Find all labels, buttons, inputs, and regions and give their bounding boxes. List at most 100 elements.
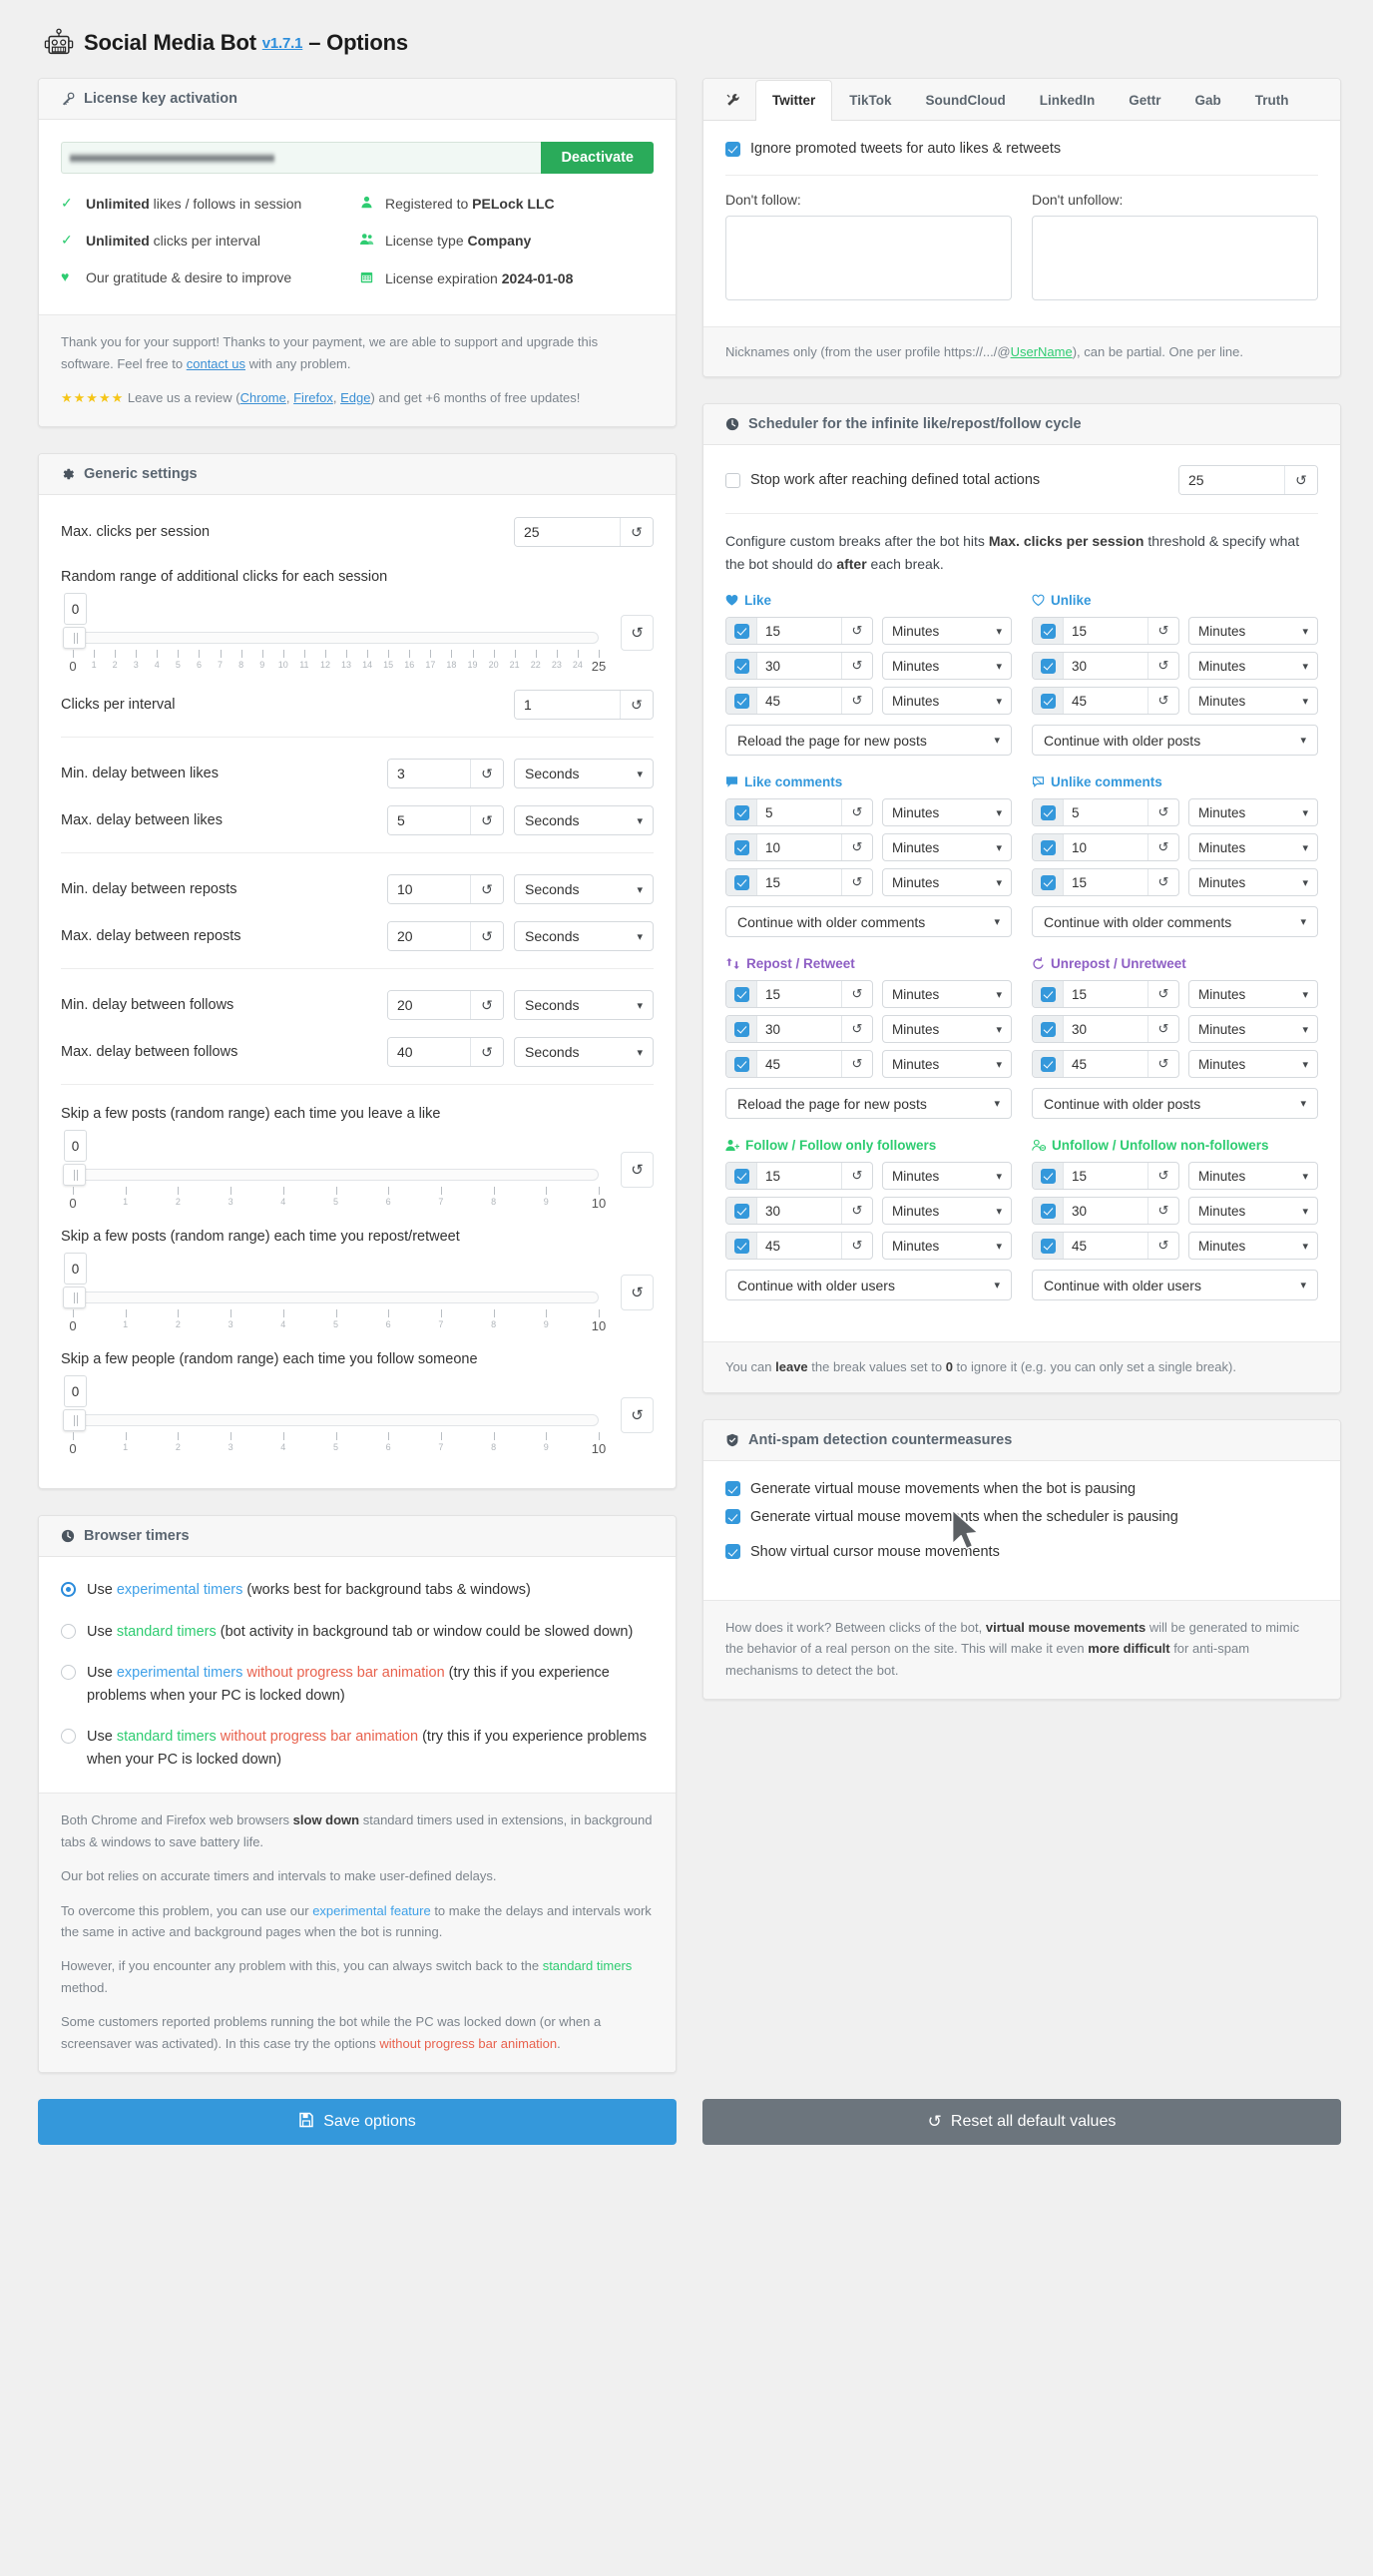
break-unit-select[interactable]: Minutes ▾ <box>1188 652 1318 681</box>
break-checkbox-cell[interactable] <box>1033 981 1064 1008</box>
break-checkbox-cell[interactable] <box>1033 834 1064 861</box>
break-unit-select[interactable]: Minutes ▾ <box>882 1197 1012 1226</box>
break-value-input[interactable] <box>757 653 841 680</box>
antispam-checkbox[interactable] <box>725 1544 740 1560</box>
review-link-chrome[interactable]: Chrome <box>240 390 286 405</box>
version-link[interactable]: v1.7.1 <box>262 35 303 52</box>
break-value-input[interactable] <box>1064 1051 1147 1078</box>
break-checkbox-cell[interactable] <box>1033 1016 1064 1043</box>
delay-unit-select[interactable]: Seconds ▾ <box>514 805 654 836</box>
dont-follow-textarea[interactable] <box>725 216 1012 300</box>
break-checkbox-cell[interactable] <box>726 1163 757 1190</box>
break-checkbox[interactable] <box>733 658 749 674</box>
radio-icon[interactable] <box>61 1665 76 1681</box>
tab-linkedin[interactable]: LinkedIn <box>1023 80 1113 121</box>
break-checkbox[interactable] <box>1040 1203 1056 1219</box>
reset-icon[interactable]: ↺ <box>1147 834 1178 861</box>
scheduler-action-select[interactable]: Reload the page for new posts ▾ <box>725 1088 1012 1120</box>
break-unit-select[interactable]: Minutes ▾ <box>1188 798 1318 827</box>
break-unit-select[interactable]: Minutes ▾ <box>882 1232 1012 1261</box>
break-checkbox[interactable] <box>733 839 749 855</box>
timer-option-standard-no-anim[interactable]: Use standard timers without progress bar… <box>61 1726 654 1771</box>
scheduler-action-select[interactable]: Continue with older comments ▾ <box>1032 906 1318 938</box>
break-value-input[interactable] <box>757 869 841 896</box>
break-checkbox-cell[interactable] <box>1033 1051 1064 1078</box>
scheduler-action-select[interactable]: Continue with older comments ▾ <box>725 906 1012 938</box>
break-unit-select[interactable]: Minutes ▾ <box>882 687 1012 716</box>
reset-defaults-button[interactable]: ↺ Reset all default values <box>702 2099 1341 2146</box>
scheduler-action-select[interactable]: Continue with older users ▾ <box>1032 1270 1318 1301</box>
reset-icon[interactable]: ↺ <box>841 1233 872 1260</box>
reset-icon[interactable]: ↺ <box>841 653 872 680</box>
reset-icon[interactable]: ↺ <box>1147 1016 1178 1043</box>
slider-knob[interactable] <box>63 1409 86 1432</box>
break-value-input[interactable] <box>757 834 841 861</box>
max-clicks-input[interactable] <box>515 518 620 547</box>
break-checkbox-cell[interactable] <box>1033 1163 1064 1190</box>
reset-icon[interactable]: ↺ <box>841 1198 872 1225</box>
delay-input[interactable] <box>388 922 470 951</box>
break-unit-select[interactable]: Minutes ▾ <box>1188 1015 1318 1044</box>
reset-icon[interactable]: ↺ <box>1147 1233 1178 1260</box>
tab-tools[interactable] <box>711 80 755 121</box>
reset-icon[interactable]: ↺ <box>470 1038 503 1067</box>
skip-slider-reset-button[interactable]: ↺ <box>621 1397 654 1434</box>
break-unit-select[interactable]: Minutes ▾ <box>1188 868 1318 897</box>
reset-icon[interactable]: ↺ <box>620 518 653 547</box>
antispam-checkbox[interactable] <box>725 1481 740 1497</box>
delay-unit-select[interactable]: Seconds ▾ <box>514 759 654 789</box>
reset-icon[interactable]: ↺ <box>841 618 872 645</box>
break-checkbox-cell[interactable] <box>726 869 757 896</box>
tab-tiktok[interactable]: TikTok <box>832 80 908 121</box>
break-value-input[interactable] <box>1064 869 1147 896</box>
break-unit-select[interactable]: Minutes ▾ <box>882 652 1012 681</box>
break-checkbox[interactable] <box>1040 804 1056 820</box>
tab-gab[interactable]: Gab <box>1178 80 1238 121</box>
break-value-input[interactable] <box>1064 688 1147 715</box>
break-value-input[interactable] <box>1064 618 1147 645</box>
break-checkbox-cell[interactable] <box>1033 799 1064 826</box>
break-checkbox[interactable] <box>733 1238 749 1254</box>
break-checkbox-cell[interactable] <box>726 799 757 826</box>
break-unit-select[interactable]: Minutes ▾ <box>1188 1197 1318 1226</box>
reset-icon[interactable]: ↺ <box>1147 1051 1178 1078</box>
scheduler-action-select[interactable]: Continue with older posts ▾ <box>1032 725 1318 757</box>
delay-input[interactable] <box>388 1038 470 1067</box>
break-checkbox[interactable] <box>1040 693 1056 709</box>
tab-soundcloud[interactable]: SoundCloud <box>909 80 1023 121</box>
slider-knob[interactable] <box>63 1287 86 1309</box>
reset-icon[interactable]: ↺ <box>841 869 872 896</box>
break-checkbox[interactable] <box>733 804 749 820</box>
break-value-input[interactable] <box>1064 1016 1147 1043</box>
break-value-input[interactable] <box>1064 834 1147 861</box>
break-checkbox[interactable] <box>733 623 749 639</box>
break-value-input[interactable] <box>757 1198 841 1225</box>
skip-slider-reset-button[interactable]: ↺ <box>621 1152 654 1189</box>
break-value-input[interactable] <box>757 799 841 826</box>
break-checkbox-cell[interactable] <box>726 653 757 680</box>
break-unit-select[interactable]: Minutes ▾ <box>1188 617 1318 646</box>
break-checkbox-cell[interactable] <box>726 618 757 645</box>
break-value-input[interactable] <box>1064 981 1147 1008</box>
break-value-input[interactable] <box>1064 1233 1147 1260</box>
antispam-checkbox[interactable] <box>725 1509 740 1525</box>
break-value-input[interactable] <box>1064 1163 1147 1190</box>
review-link-edge[interactable]: Edge <box>340 390 370 405</box>
save-options-button[interactable]: Save options <box>38 2099 677 2146</box>
break-checkbox-cell[interactable] <box>726 688 757 715</box>
reset-icon[interactable]: ↺ <box>1147 1198 1178 1225</box>
delay-input[interactable] <box>388 991 470 1020</box>
break-unit-select[interactable]: Minutes ▾ <box>1188 687 1318 716</box>
break-unit-select[interactable]: Minutes ▾ <box>882 980 1012 1009</box>
reset-icon[interactable]: ↺ <box>841 1051 872 1078</box>
timer-option-standard[interactable]: Use standard timers (bot activity in bac… <box>61 1621 654 1643</box>
username-link[interactable]: UserName <box>1011 344 1073 359</box>
tab-truth[interactable]: Truth <box>1238 80 1306 121</box>
break-unit-select[interactable]: Minutes ▾ <box>1188 1050 1318 1079</box>
stop-work-input[interactable] <box>1179 466 1284 495</box>
contact-us-link[interactable]: contact us <box>187 356 245 371</box>
reset-icon[interactable]: ↺ <box>470 991 503 1020</box>
timer-option-experimental-no-anim[interactable]: Use experimental timers without progress… <box>61 1662 654 1707</box>
break-checkbox-cell[interactable] <box>1033 618 1064 645</box>
radio-icon[interactable] <box>61 1623 76 1639</box>
